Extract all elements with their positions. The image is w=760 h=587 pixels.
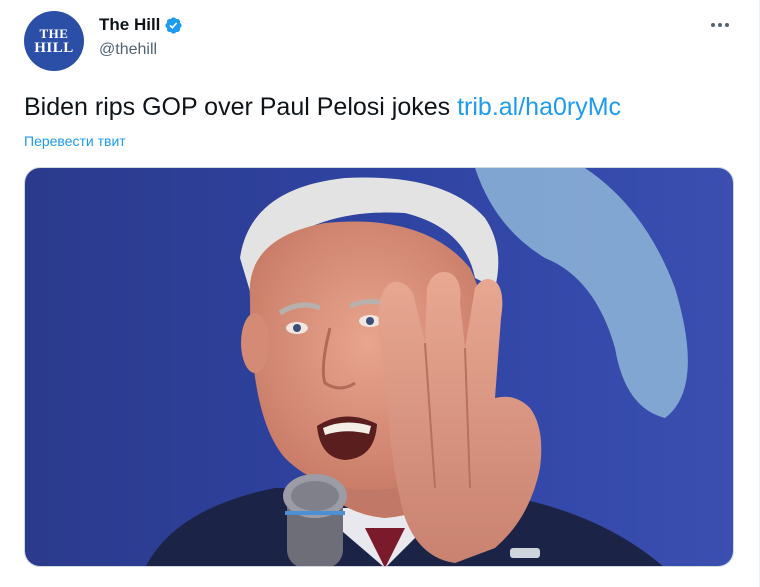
tweet-link[interactable]: trib.al/ha0ryMc bbox=[457, 93, 621, 121]
verified-badge-icon bbox=[164, 16, 183, 35]
author-info: The Hill @thehill bbox=[99, 15, 183, 59]
more-options-button[interactable] bbox=[707, 12, 733, 38]
tweet-photo[interactable] bbox=[24, 167, 734, 567]
avatar-text-bottom: HILL bbox=[34, 40, 74, 56]
more-options-icon bbox=[710, 22, 730, 28]
tweet-body: Biden rips GOP over Paul Pelosi jokes bbox=[24, 93, 458, 121]
avatar-text-top: THE bbox=[39, 26, 69, 41]
photo-image bbox=[25, 168, 733, 566]
translate-tweet-link[interactable]: Перевести твит bbox=[24, 133, 126, 149]
display-name[interactable]: The Hill bbox=[99, 15, 160, 35]
avatar[interactable]: THE HILL bbox=[24, 11, 84, 71]
handle[interactable]: @thehill bbox=[99, 41, 183, 59]
tweet-text: Biden rips GOP over Paul Pelosi jokes tr… bbox=[24, 93, 621, 122]
tweet-card: THE HILL The Hill @thehill Biden rips GO… bbox=[0, 0, 760, 587]
name-row: The Hill bbox=[99, 15, 183, 35]
